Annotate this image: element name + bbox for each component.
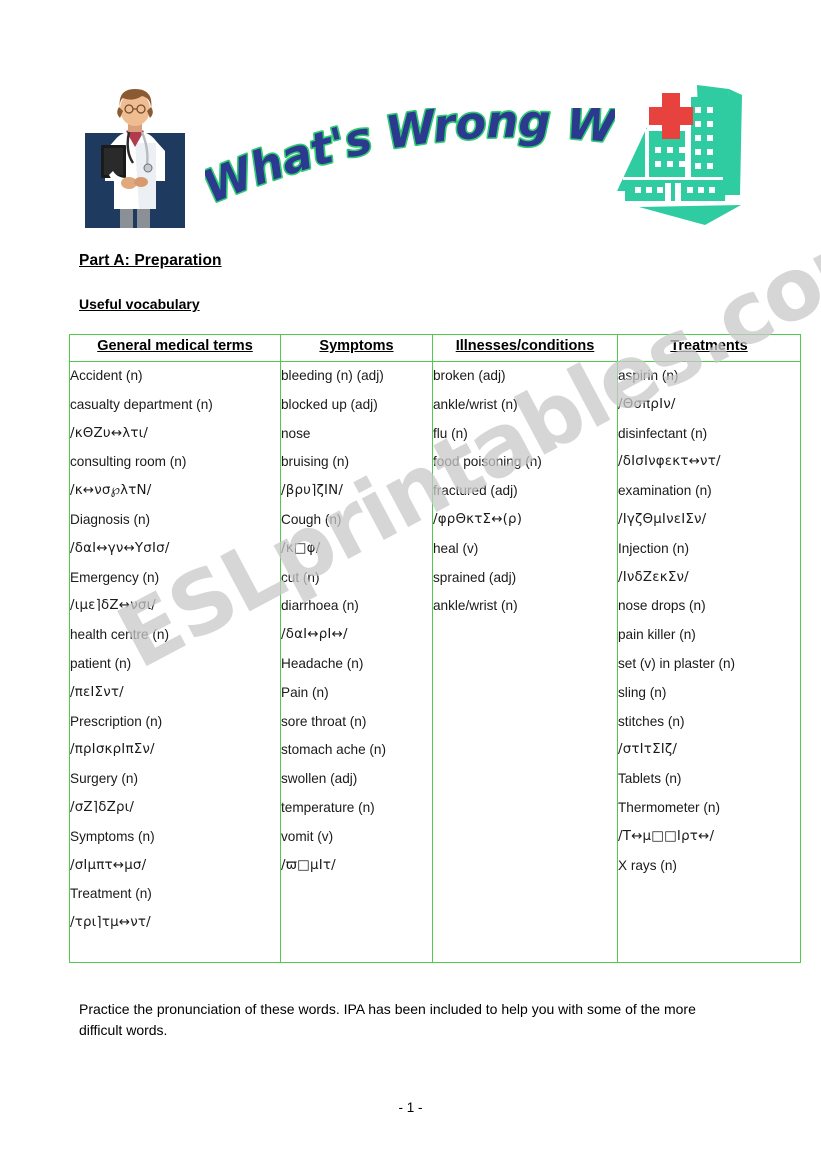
vocabulary-table: General medical terms Symptoms Illnesses… [69,334,801,963]
header-banner: What's Wrong With Me? [0,64,821,245]
vocabulary-word: broken (adj) [433,368,506,383]
ipa-transcription: /βρυ⌉ζΙΝ/ [281,483,344,499]
column-header-illnesses-conditions: Illnesses/conditions [432,334,618,362]
ipa-transcription: /στΙτΣΙζ/ [618,742,678,758]
column-header-treatments: Treatments [617,334,801,362]
vocabulary-word: Thermometer (n) [618,799,720,815]
vocabulary-word: aspirin (n) [618,368,679,383]
vocabulary-word: patient (n) [70,655,132,671]
ipa-transcription: /κ↔νσ℘λτΝ/ [70,483,152,499]
word-list-illnesses-conditions: broken (adj) ankle/wrist (n) flu (n) food p… [433,362,617,621]
vocabulary-word: Pain (n) [281,684,329,700]
vocabulary-word: Treatment (n) [70,886,152,902]
vocabulary-word: X rays (n) [618,857,677,873]
ipa-transcription: /δαΙ↔γν↔ΥσΙσ/ [70,540,170,556]
vocabulary-word: flu (n) [433,425,468,441]
ipa-transcription: /ΙγζΘμΙνεΙΣν/ [618,511,707,527]
word-list-symptoms: bleeding (n) (adj) blocked up (adj) nose br… [281,362,432,880]
vocabulary-word: cut (n) [281,569,320,585]
vocabulary-word: examination (n) [618,483,712,499]
table-body-row: Accident (n) casualty department (n) /κΘΖυ… [69,361,801,963]
ipa-transcription: /φρΘκτΣ↔(ρ) [433,511,523,527]
page-number: - 1 - [398,1100,423,1115]
column-cell-symptoms: bleeding (n) (adj) blocked up (adj) nose br… [280,361,433,963]
word-list-general-medical-terms: Accident (n) casualty department (n) /κΘΖυ… [70,362,280,938]
vocabulary-word: vomit (v) [281,828,334,844]
vocabulary-word: health centre (n) [70,627,169,643]
vocabulary-word: sling (n) [618,684,667,700]
vocabulary-word: Emergency (n) [70,569,160,585]
vocabulary-word: bleeding (n) (adj) [281,368,384,383]
page-title: Part A: Preparation [79,252,222,269]
vocabulary-word: Headache (n) [281,655,364,671]
vocabulary-word: ankle/wrist (n) [433,598,518,614]
vocabulary-word: temperature (n) [281,799,375,815]
vocabulary-word: Cough (n) [281,511,342,527]
column-cell-illnesses-conditions: broken (adj) ankle/wrist (n) flu (n) food p… [432,361,618,963]
vocabulary-word: Prescription (n) [70,713,163,729]
vocabulary-word: stomach ache (n) [281,742,387,758]
vocabulary-word: sore throat (n) [281,713,367,729]
vocabulary-word: sprained (adj) [433,569,517,585]
word-list-treatments: aspirin (n) /ΘσπρΙν/disinfectant (n) /δΙσΙ… [618,362,800,880]
vocabulary-word: Symptoms (n) [70,828,155,844]
vocabulary-word: Injection (n) [618,540,690,556]
vocabulary-word: nose drops (n) [618,598,706,614]
ipa-transcription: /ιμε⌉δΖ↔νσι/ [70,598,157,614]
vocabulary-word: bruising (n) [281,454,349,470]
doctor-clipart [79,85,191,228]
ipa-transcription: /σΙμπτ↔μσ/ [70,857,147,873]
vocabulary-word: disinfectant (n) [618,425,708,441]
vocabulary-word: swollen (adj) [281,771,358,787]
ipa-transcription: /πρΙσκρΙπΣν/ [70,742,155,758]
ipa-transcription: /τρι⌉τμ↔ντ/ [70,915,151,931]
vocabulary-word: Surgery (n) [70,771,138,787]
vocabulary-word: stitches (n) [618,713,685,729]
ipa-transcription: /πεΙΣντ/ [70,684,124,700]
table-header-row: General medical terms Symptoms Illnesses… [69,334,801,362]
vocabulary-word: heal (v) [433,540,479,556]
column-cell-general-medical-terms: Accident (n) casualty department (n) /κΘΖυ… [69,361,281,963]
worksheet-page: ESLprintables.com hat's Wrong W Part A: … [0,0,821,1169]
column-header-symptoms: Symptoms [280,334,433,362]
vocabulary-word: Tablets (n) [618,771,682,787]
svg-text:What's Wrong With Me?: What's Wrong With Me? [205,108,615,214]
vocabulary-word: fractured (adj) [433,483,518,499]
vocabulary-word: pain killer (n) [618,627,696,643]
vocabulary-word: ankle/wrist (n) [433,396,518,412]
vocabulary-word: blocked up (adj) [281,396,378,412]
ipa-transcription: /κ□φ/ [281,540,321,556]
vocabulary-word: casualty department (n) [70,396,213,412]
vocabulary-word: set (v) in plaster (n) [618,655,736,671]
ipa-transcription: /ΙνδΖεκΣν/ [618,569,689,585]
vocabulary-word: consulting room (n) [70,454,187,470]
ipa-transcription: /ϖ□μΙτ/ [281,857,336,873]
wordart-title: What's Wrong With Me? [181,64,623,218]
vocabulary-word: diarrhoea (n) [281,598,359,614]
wordart-text: What's Wrong With Me? [205,108,615,214]
ipa-transcription: /δαΙ↔ρΙ↔/ [281,627,348,643]
column-header-general-medical-terms: General medical terms [69,334,281,362]
vocabulary-word: Accident (n) [70,368,143,383]
ipa-transcription: /Τ↔μ□□Ιρτ↔/ [618,828,715,844]
vocabulary-word: Diagnosis (n) [70,511,151,527]
practice-instructions: Practice the pronunciation of these word… [79,1001,696,1038]
vocabulary-word: nose [281,425,311,441]
hospital-clipart [601,75,751,225]
ipa-transcription: /σΖ⌉δΖρι/ [70,799,135,815]
ipa-transcription: /κΘΖυ↔λτι/ [70,425,149,441]
column-cell-treatments: aspirin (n) /ΘσπρΙν/disinfectant (n) /δΙσΙ… [617,361,801,963]
ipa-transcription: /δΙσΙνφεκτ↔ντ/ [618,454,721,470]
ipa-transcription: /ΘσπρΙν/ [618,396,676,412]
section-subtitle: Useful vocabulary [79,296,200,312]
vocabulary-word: food poisoning (n) [433,454,542,470]
